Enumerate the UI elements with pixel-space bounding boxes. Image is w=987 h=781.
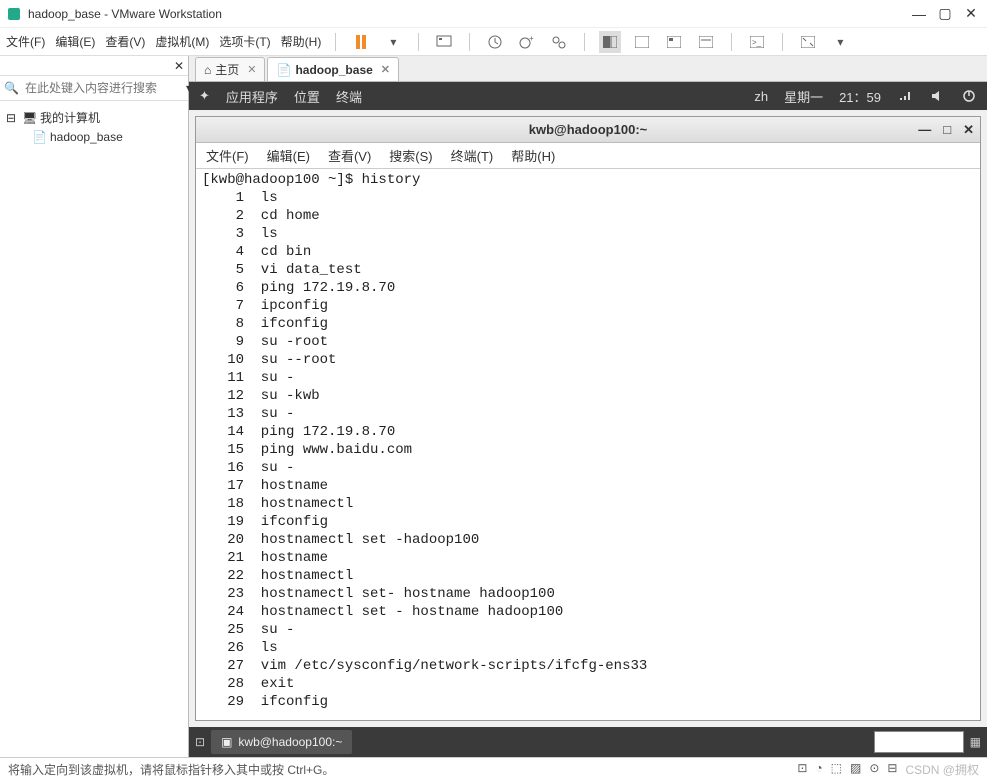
snapshot-button[interactable] — [484, 31, 506, 53]
tab-bar: ⌂ 主页 ✕ 📄 hadoop_base ✕ — [189, 56, 987, 82]
console-button[interactable]: >_ — [746, 31, 768, 53]
computer-icon: 🖥 — [22, 111, 36, 125]
fullscreen-button[interactable] — [797, 31, 819, 53]
sidebar-close-button[interactable]: ✕ — [174, 59, 184, 73]
minimize-button[interactable]: — — [913, 8, 925, 20]
volume-icon[interactable] — [929, 88, 945, 104]
term-menu-file[interactable]: 文件(F) — [206, 146, 249, 165]
term-menu-search[interactable]: 搜索(S) — [389, 146, 432, 165]
snapshot-manage-button[interactable] — [548, 31, 570, 53]
menubar: 文件(F) 编辑(E) 查看(V) 虚拟机(M) 选项卡(T) 帮助(H) ▾ … — [0, 28, 987, 56]
window-title: hadoop_base - VMware Workstation — [28, 7, 913, 21]
workspace-switcher[interactable]: ▦ — [970, 735, 981, 749]
snapshot-take-button[interactable]: + — [516, 31, 538, 53]
tab-close-icon[interactable]: ✕ — [381, 63, 390, 76]
terminal-titlebar: kwb@hadoop100:~ — □ ✕ — [196, 117, 980, 143]
tab-home-label: 主页 — [215, 61, 239, 78]
tree-root[interactable]: ⊟ 🖥 我的计算机 — [4, 107, 184, 128]
status-icon: ⊡ — [797, 761, 807, 778]
desktop-top-bar: ✦ 应用程序 位置 终端 zh 星期一 21：59 — [189, 82, 987, 110]
collapse-icon[interactable]: ⊟ — [4, 111, 18, 125]
search-icon: 🔍 — [4, 81, 19, 95]
tree-vm-item[interactable]: 📄 hadoop_base — [4, 128, 184, 146]
titlebar: hadoop_base - VMware Workstation — ▢ ✕ — [0, 0, 987, 28]
status-text: 将输入定向到该虚拟机，请将鼠标指针移入其中或按 Ctrl+G。 — [8, 761, 334, 778]
terminal-icon: ▣ — [221, 735, 232, 749]
svg-text:+: + — [529, 35, 534, 43]
terminal-menubar: 文件(F) 编辑(E) 查看(V) 搜索(S) 终端(T) 帮助(H) — [196, 143, 980, 169]
taskbar-input[interactable] — [874, 731, 964, 753]
term-menu-edit[interactable]: 编辑(E) — [267, 146, 310, 165]
status-icon: ⊙ — [869, 761, 879, 778]
term-minimize-button[interactable]: — — [918, 122, 931, 138]
tree-vm-label: hadoop_base — [50, 130, 123, 144]
terminal-indicator[interactable]: 终端 — [336, 87, 362, 106]
menu-edit[interactable]: 编辑(E) — [55, 33, 95, 50]
term-menu-terminal[interactable]: 终端(T) — [451, 146, 494, 165]
menu-view[interactable]: 查看(V) — [105, 33, 145, 50]
taskbar-terminal-item[interactable]: ▣ kwb@hadoop100:~ — [211, 730, 352, 754]
status-icon: ◔ — [815, 761, 822, 778]
network-icon[interactable] — [897, 88, 913, 104]
apps-menu[interactable]: 应用程序 — [226, 87, 278, 106]
time-label[interactable]: 21：59 — [839, 87, 881, 106]
layout-thumbnail-button[interactable] — [663, 31, 685, 53]
term-menu-view[interactable]: 查看(V) — [328, 146, 371, 165]
send-ctrlaltdel-button[interactable] — [433, 31, 455, 53]
tab-close-icon[interactable]: ✕ — [247, 63, 256, 76]
places-menu[interactable]: 位置 — [294, 87, 320, 106]
status-icon: ▨ — [850, 761, 861, 778]
app-icon — [6, 6, 22, 22]
vm-tab-icon: 📄 — [276, 63, 291, 77]
tab-home[interactable]: ⌂ 主页 ✕ — [195, 57, 265, 81]
home-icon: ⌂ — [204, 63, 211, 77]
dropdown-icon[interactable]: ▾ — [382, 31, 404, 53]
vm-tree: ⊟ 🖥 我的计算机 📄 hadoop_base — [0, 101, 188, 152]
vm-icon: 📄 — [32, 130, 46, 144]
term-menu-help[interactable]: 帮助(H) — [511, 146, 555, 165]
menu-tabs[interactable]: 选项卡(T) — [219, 33, 270, 50]
svg-text:>_: >_ — [752, 38, 762, 47]
search-input[interactable] — [23, 80, 182, 96]
watermark: CSDN @拥权 — [905, 761, 979, 778]
tree-root-label: 我的计算机 — [40, 109, 100, 126]
terminal-title: kwb@hadoop100:~ — [529, 122, 648, 137]
content-area: ⌂ 主页 ✕ 📄 hadoop_base ✕ ✦ 应用程序 位置 终端 zh 星… — [189, 56, 987, 757]
menu-file[interactable]: 文件(F) — [6, 33, 45, 50]
date-label[interactable]: 星期一 — [784, 87, 823, 106]
term-close-button[interactable]: ✕ — [963, 122, 974, 138]
status-icon: ⬚ — [831, 761, 842, 778]
close-button[interactable]: ✕ — [965, 8, 977, 20]
terminal-body[interactable]: [kwb@hadoop100 ~]$ history 1 ls 2 cd hom… — [196, 169, 980, 720]
power-icon[interactable] — [961, 88, 977, 104]
dropdown2-icon[interactable]: ▾ — [829, 31, 851, 53]
status-icon: ⊟ — [887, 761, 897, 778]
activities-icon[interactable]: ✦ — [199, 88, 210, 104]
show-desktop-button[interactable]: ⊡ — [195, 735, 205, 749]
menu-help[interactable]: 帮助(H) — [281, 33, 322, 50]
term-maximize-button[interactable]: □ — [943, 122, 951, 138]
terminal-window: kwb@hadoop100:~ — □ ✕ 文件(F) 编辑(E) 查看(V) … — [195, 116, 981, 721]
desktop-taskbar: ⊡ ▣ kwb@hadoop100:~ ▦ — [189, 727, 987, 757]
pause-button[interactable] — [350, 31, 372, 53]
layout-single-button[interactable] — [599, 31, 621, 53]
layout-unity-button[interactable] — [631, 31, 653, 53]
taskbar-term-label: kwb@hadoop100:~ — [238, 735, 342, 749]
tab-vm-label: hadoop_base — [295, 63, 372, 77]
status-bar: 将输入定向到该虚拟机，请将鼠标指针移入其中或按 Ctrl+G。 ⊡ ◔ ⬚ ▨ … — [0, 757, 987, 781]
menu-vm[interactable]: 虚拟机(M) — [155, 33, 209, 50]
layout-console-button[interactable] — [695, 31, 717, 53]
tab-vm[interactable]: 📄 hadoop_base ✕ — [267, 57, 399, 81]
maximize-button[interactable]: ▢ — [939, 8, 951, 20]
sidebar: ✕ 🔍 ▾ ⊟ 🖥 我的计算机 📄 hadoop_base — [0, 56, 189, 757]
input-method[interactable]: zh — [754, 89, 768, 104]
sidebar-search: 🔍 ▾ — [0, 76, 188, 101]
